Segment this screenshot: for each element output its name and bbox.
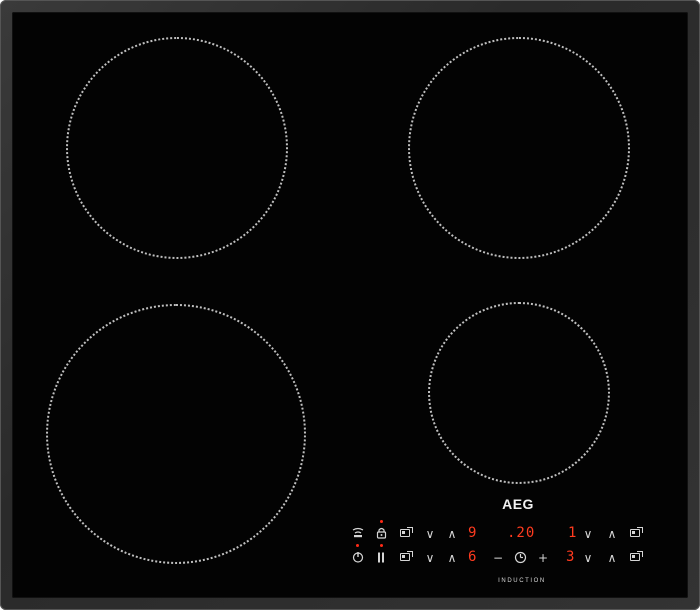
timer-minus-button[interactable]: − bbox=[492, 552, 504, 564]
cooking-zone-front-left bbox=[46, 304, 306, 564]
pause-led bbox=[380, 544, 383, 547]
lock-icon[interactable] bbox=[376, 527, 387, 539]
power-icon[interactable] bbox=[352, 551, 364, 563]
rear-left-power-level: 9 bbox=[468, 525, 478, 541]
hob2hood-led bbox=[356, 544, 359, 547]
timer-clock-icon[interactable] bbox=[514, 551, 527, 564]
front-left-up-button[interactable]: ∧ bbox=[446, 552, 458, 564]
front-left-down-button[interactable]: ∨ bbox=[424, 552, 436, 564]
glass-surface: AEG INDUCTION ∨ ∧ 9 .20 1 ∨ ∧ ∨ ∧ 6 − + … bbox=[12, 12, 688, 598]
rear-right-up-button[interactable]: ∧ bbox=[606, 528, 618, 540]
pause-icon[interactable] bbox=[376, 552, 386, 563]
bridge-right-front-icon[interactable] bbox=[630, 551, 643, 561]
timer-display: .20 bbox=[507, 525, 536, 541]
brand-subtitle: INDUCTION bbox=[498, 578, 546, 584]
brand-logo: AEG bbox=[502, 496, 534, 512]
front-right-down-button[interactable]: ∨ bbox=[582, 552, 594, 564]
front-left-power-level: 6 bbox=[468, 549, 478, 565]
lock-led bbox=[380, 520, 383, 523]
front-right-up-button[interactable]: ∧ bbox=[606, 552, 618, 564]
rear-right-down-button[interactable]: ∨ bbox=[582, 528, 594, 540]
rear-left-down-button[interactable]: ∨ bbox=[424, 528, 436, 540]
hob2hood-icon[interactable] bbox=[352, 527, 364, 539]
rear-left-up-button[interactable]: ∧ bbox=[446, 528, 458, 540]
cooking-zone-rear-right bbox=[408, 37, 630, 259]
bridge-right-rear-icon[interactable] bbox=[630, 527, 643, 537]
bridge-left-front-icon[interactable] bbox=[400, 551, 413, 561]
cooktop-frame: AEG INDUCTION ∨ ∧ 9 .20 1 ∨ ∧ ∨ ∧ 6 − + … bbox=[0, 0, 700, 610]
front-right-power-level: 3 bbox=[566, 549, 576, 565]
rear-right-power-level: 1 bbox=[568, 525, 578, 541]
cooking-zone-front-right bbox=[428, 302, 610, 484]
timer-plus-button[interactable]: + bbox=[537, 552, 549, 564]
cooking-zone-rear-left bbox=[66, 37, 288, 259]
bridge-left-rear-icon[interactable] bbox=[400, 527, 413, 537]
